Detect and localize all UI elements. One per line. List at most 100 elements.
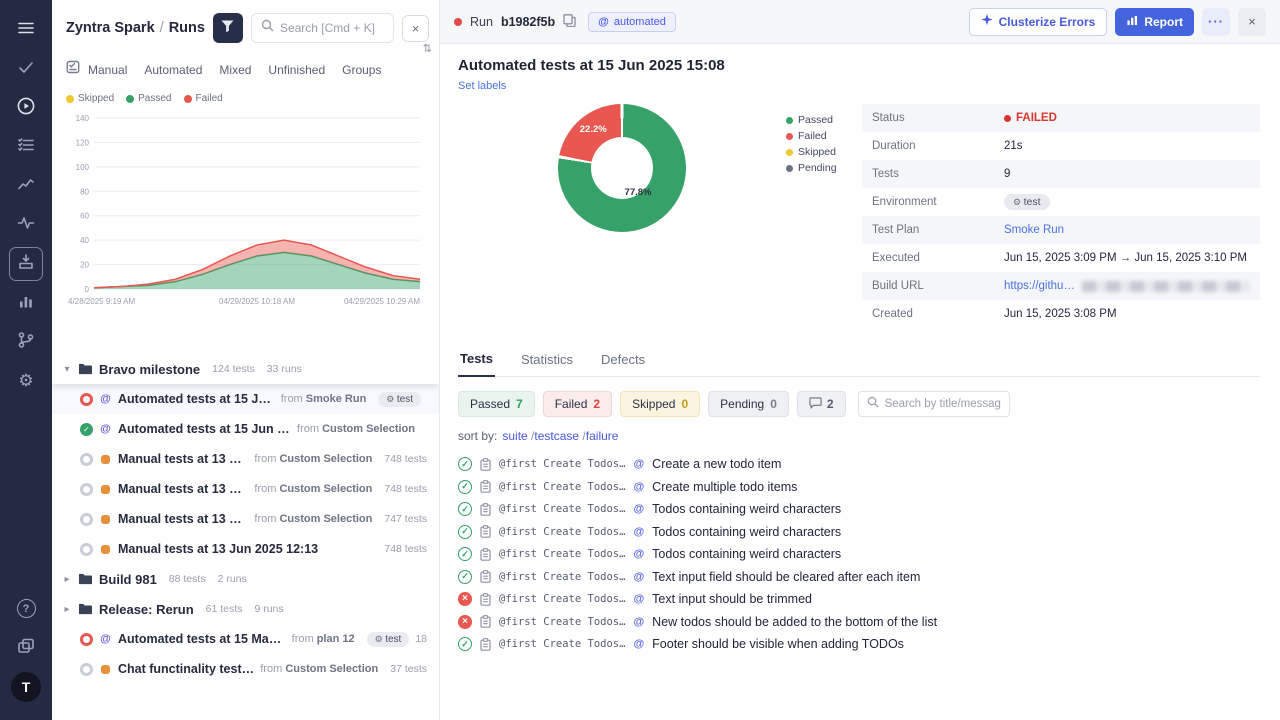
gear-icon: ⚙	[18, 371, 33, 391]
tree-item[interactable]: Manual tests at 13 Jun 2025 12:16 Custom…	[52, 474, 439, 504]
test-row[interactable]: @first Create Todos… @ Create a new todo…	[458, 453, 1260, 476]
chevron-icon[interactable]: ▸	[62, 604, 72, 615]
detail-label: Test Plan	[872, 224, 1004, 236]
tree-item[interactable]: Manual tests at 13 Jun 2025 12:13 748 te…	[52, 534, 439, 564]
tree-item[interactable]: Automated tests at 15 May 2025 12:32 pla…	[52, 624, 439, 654]
test-title: Todos containing weird characters	[652, 502, 841, 516]
panel-close-button[interactable]: ×	[402, 15, 429, 42]
test-status-icon	[458, 480, 472, 494]
main-tab[interactable]: Tests	[458, 346, 495, 377]
test-row[interactable]: @first Create Todos… @ Todos containing …	[458, 543, 1260, 566]
comments-chip[interactable]: 2	[797, 391, 846, 417]
runs-filter-tab[interactable]: Mixed	[219, 63, 251, 77]
search-icon	[867, 395, 879, 413]
filter-chip[interactable]: Pending 0	[708, 391, 789, 417]
nav-analytics-button[interactable]	[9, 169, 43, 203]
test-row[interactable]: @first Create Todos… @ Create multiple t…	[458, 476, 1260, 499]
test-row[interactable]: @first Create Todos… @ New todos should …	[458, 611, 1260, 634]
run-status-icon	[80, 663, 93, 676]
breadcrumb-separator: /	[160, 20, 164, 36]
detail-label: Executed	[872, 252, 1004, 264]
testcase-icon	[480, 525, 491, 538]
run-status-icon	[80, 423, 93, 436]
nav-projects-button[interactable]	[9, 631, 43, 665]
filter-chip[interactable]: Skipped 0	[620, 391, 700, 417]
clusterize-errors-button[interactable]: Clusterize Errors	[969, 8, 1108, 36]
sort-option-link[interactable]: failure	[586, 429, 619, 443]
filter-chip-label: Passed	[470, 397, 510, 411]
filter-chip[interactable]: Failed 2	[543, 391, 612, 417]
detail-value-text[interactable]: https://github.com/	[1004, 280, 1079, 292]
detail-value: Jun 15, 2025 3:08 PM	[1004, 308, 1250, 320]
test-row[interactable]: @first Create Todos… @ Footer should be …	[458, 633, 1260, 656]
app-sidebar: ⚙ ? T	[0, 0, 52, 720]
nav-reports-button[interactable]	[9, 286, 43, 320]
tests-search-box	[858, 391, 1010, 417]
chevron-icon[interactable]: ▸	[62, 574, 72, 585]
sort-row: sort by: suitetestcasefailure	[458, 429, 1260, 443]
nav-tests-button[interactable]	[9, 52, 43, 86]
legend-dot	[126, 95, 134, 103]
automated-icon: @	[633, 616, 644, 628]
workspace-logo[interactable]: T	[9, 670, 43, 704]
test-status-icon	[458, 615, 472, 629]
filter-button[interactable]	[213, 13, 243, 43]
detail-value-text[interactable]: Smoke Run	[1004, 224, 1064, 236]
nav-menu-button[interactable]	[9, 13, 43, 47]
automated-badge[interactable]: @ automated	[588, 12, 676, 32]
tree-item[interactable]: ▸ Build 981 88 tests 2 runs	[52, 564, 439, 594]
nav-import-button[interactable]	[9, 247, 43, 281]
copy-run-id-button[interactable]	[563, 14, 576, 30]
tree-item[interactable]: ▸ Release: Rerun 61 tests 9 runs	[52, 594, 439, 624]
nav-settings-button[interactable]: ⚙	[9, 364, 43, 398]
pulse-icon	[17, 214, 35, 235]
more-actions-button[interactable]: ···	[1202, 8, 1230, 36]
tests-search-input[interactable]	[885, 398, 1001, 410]
tree-item[interactable]: Chat functinality test Copy Custom Selec…	[52, 654, 439, 684]
trend-chart-icon	[17, 175, 35, 196]
funnel-icon	[221, 20, 234, 36]
testcase-icon	[480, 480, 491, 493]
chevron-icon[interactable]: ▾	[62, 364, 72, 375]
test-suite-path: @first Create Todos…	[499, 458, 625, 470]
tree-item[interactable]: ▾ Bravo milestone 124 tests 33 runs	[52, 354, 439, 384]
runs-filter-tab[interactable]: Groups	[342, 63, 381, 77]
runs-filter-tab[interactable]: Automated	[144, 63, 202, 77]
clusterize-errors-label: Clusterize Errors	[999, 15, 1096, 29]
nav-branches-button[interactable]	[9, 325, 43, 359]
sort-option-link[interactable]: testcase	[534, 429, 585, 443]
testcase-icon	[480, 593, 491, 606]
run-label: Run	[470, 15, 493, 29]
runs-filter-tab[interactable]: Manual	[88, 63, 127, 77]
nav-suites-button[interactable]	[9, 130, 43, 164]
detail-row: Executed Jun 15, 2025 3:09 PM → Jun 15, …	[862, 244, 1260, 272]
test-row[interactable]: @first Create Todos… @ Text input field …	[458, 566, 1260, 589]
test-row[interactable]: @first Create Todos… @ Todos containing …	[458, 521, 1260, 544]
main-tab[interactable]: Statistics	[519, 346, 575, 376]
nav-help-button[interactable]: ?	[9, 592, 43, 626]
testcase-icon	[480, 503, 491, 516]
run-overview: 22.2% 77.8% Passed Failed	[458, 104, 1260, 328]
tree-item[interactable]: Automated tests at 15 Jun 2025 15:01 Cus…	[52, 414, 439, 444]
sort-order-icon[interactable]: ⇅	[423, 42, 432, 55]
close-run-button[interactable]: ×	[1238, 8, 1266, 36]
filter-chip[interactable]: Passed 7	[458, 391, 535, 417]
report-button[interactable]: Report	[1115, 8, 1194, 36]
set-labels-link[interactable]: Set labels	[458, 80, 506, 92]
runs-filter-tab[interactable]: Unfinished	[268, 63, 325, 77]
nav-pulse-button[interactable]	[9, 208, 43, 242]
runs-search-input[interactable]	[280, 21, 384, 35]
test-row[interactable]: @first Create Todos… @ Todos containing …	[458, 498, 1260, 521]
sort-option-link[interactable]: suite	[502, 429, 534, 443]
tree-item[interactable]: Manual tests at 13 Jun 2025 12:13 Custom…	[52, 504, 439, 534]
breadcrumb-project[interactable]: Zyntra Spark	[66, 20, 155, 36]
tree-item[interactable]: Manual tests at 13 Jun 2025 12:17 Custom…	[52, 444, 439, 474]
main-tab[interactable]: Defects	[599, 346, 647, 376]
nav-runs-button[interactable]	[9, 91, 43, 125]
detail-value: Jun 15, 2025 3:09 PM → Jun 15, 2025 3:10…	[1004, 252, 1250, 264]
environment-badge: test	[378, 392, 421, 407]
detail-row: Build URL https://github.com/	[862, 272, 1260, 300]
test-row[interactable]: @first Create Todos… @ Text input should…	[458, 588, 1260, 611]
filter-chip-count: 7	[516, 397, 523, 411]
tree-item[interactable]: Automated tests at 15 Jun 2025 15:08 Smo…	[52, 384, 439, 414]
